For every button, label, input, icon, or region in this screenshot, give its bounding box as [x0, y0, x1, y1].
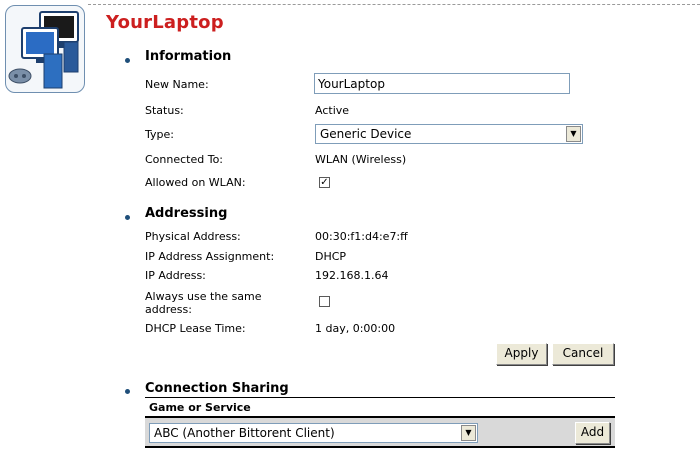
header-divider [88, 4, 700, 5]
network-computers-icon [5, 5, 85, 93]
ip-address-label: IP Address: [145, 269, 206, 282]
physical-address-value: 00:30:f1:d4:e7:ff [315, 230, 408, 243]
bullet-icon [125, 389, 130, 394]
dhcp-lease-value: 1 day, 0:00:00 [315, 322, 396, 335]
addressing-heading: Addressing [145, 206, 228, 221]
service-select-value: ABC (Another Bittorent Client) [154, 426, 335, 440]
service-select[interactable]: ABC (Another Bittorent Client) ▼ [149, 423, 478, 443]
computers-graphic [8, 11, 79, 89]
new-name-input[interactable] [314, 73, 570, 94]
allowed-on-wlan-label: Allowed on WLAN: [145, 176, 246, 189]
bullet-icon [125, 215, 130, 220]
connection-sharing-heading: Connection Sharing [145, 381, 289, 396]
chevron-down-icon[interactable]: ▼ [461, 425, 476, 441]
table-row: ABC (Another Bittorent Client) ▼ Add [145, 416, 615, 448]
physical-address-label: Physical Address: [145, 230, 241, 243]
status-value: Active [315, 104, 350, 117]
ip-assignment-value: DHCP [315, 250, 347, 263]
status-label: Status: [145, 104, 184, 117]
bullet-icon [125, 58, 130, 63]
table-header-divider [145, 397, 615, 398]
ip-assignment-label: IP Address Assignment: [145, 250, 275, 263]
same-address-checkbox[interactable] [319, 296, 330, 307]
page-title: YourLaptop [106, 12, 224, 33]
same-address-label: Always use the same [145, 290, 262, 303]
add-button[interactable]: Add [575, 422, 610, 444]
dhcp-lease-label: DHCP Lease Time: [145, 322, 246, 335]
apply-button[interactable]: Apply [496, 343, 547, 365]
connected-to-label: Connected To: [145, 153, 224, 166]
game-or-service-header: Game or Service [149, 401, 251, 414]
allowed-on-wlan-checkbox[interactable]: ✓ [319, 177, 330, 188]
type-select[interactable]: Generic Device ▼ [315, 124, 583, 144]
connected-to-value: WLAN (Wireless) [315, 153, 407, 166]
cancel-button[interactable]: Cancel [552, 343, 614, 365]
information-heading: Information [145, 49, 232, 64]
new-name-label: New Name: [145, 78, 209, 91]
type-label: Type: [145, 128, 174, 141]
ip-address-value: 192.168.1.64 [315, 269, 389, 282]
chevron-down-icon[interactable]: ▼ [566, 126, 581, 142]
same-address-label-cont: address: [145, 303, 192, 316]
type-select-value: Generic Device [320, 127, 412, 141]
